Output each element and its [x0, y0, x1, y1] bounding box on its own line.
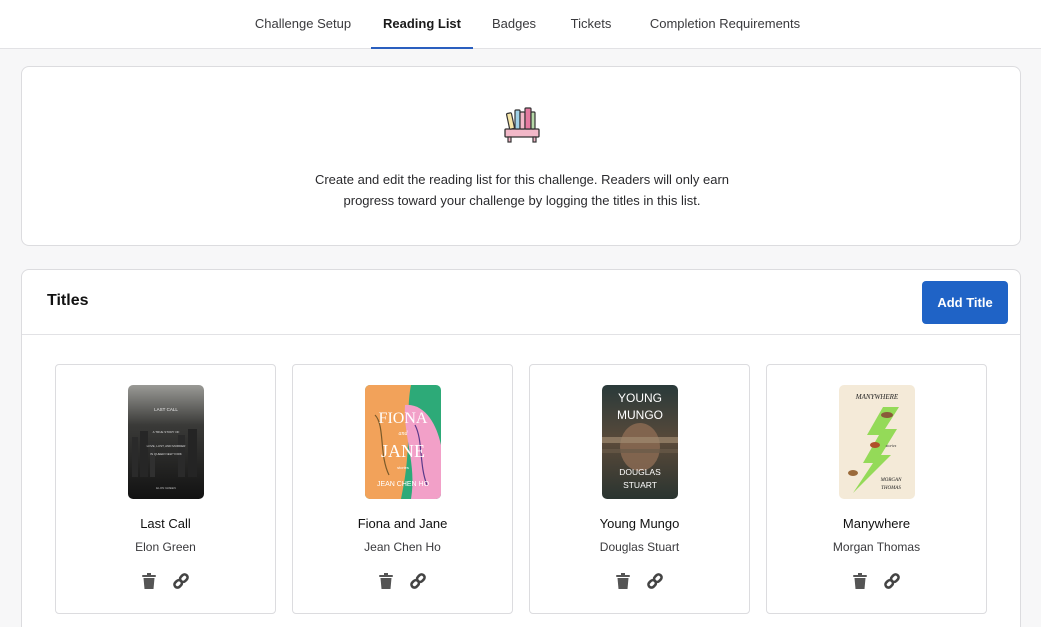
bookshelf-icon: [501, 103, 543, 145]
trash-icon[interactable]: [613, 571, 633, 591]
tab-tickets[interactable]: Tickets: [558, 0, 624, 49]
cover-text: JANE: [381, 441, 425, 461]
book-title[interactable]: Last Call: [56, 516, 275, 531]
cover-text: LAST CALL: [154, 407, 178, 412]
book-cover-last-call[interactable]: LAST CALL A TRUE STORY OF LOVE, LUST, AN…: [128, 385, 204, 499]
trash-icon[interactable]: [850, 571, 870, 591]
book-author: Douglas Stuart: [599, 540, 680, 554]
trash-icon[interactable]: [376, 571, 396, 591]
book-title[interactable]: Young Mungo: [530, 516, 749, 531]
link-icon[interactable]: [171, 571, 191, 591]
cover-text: LOVE, LUST, AND MURDER: [147, 444, 187, 448]
cover-text: FIONA: [379, 410, 428, 427]
cover-text: ELON GREEN: [156, 486, 176, 490]
book-card: MANYWHERE stories MORGAN THOMAS Manywher…: [766, 364, 987, 614]
book-card: LAST CALL A TRUE STORY OF LOVE, LUST, AN…: [55, 364, 276, 614]
intro-description: Create and edit the reading list for thi…: [272, 169, 772, 211]
link-icon[interactable]: [408, 571, 428, 591]
cover-text: YOUNG: [618, 391, 662, 405]
book-author: Elon Green: [135, 540, 196, 554]
intro-text-line-1: Create and edit the reading list for thi…: [314, 172, 730, 187]
book-cover-fiona-and-jane[interactable]: FIONA and JANE stories JEAN CHEN HO: [365, 385, 441, 499]
link-icon[interactable]: [645, 571, 665, 591]
trash-icon[interactable]: [139, 571, 159, 591]
cover-text: MANYWHERE: [855, 393, 899, 401]
tab-reading-list[interactable]: Reading List: [371, 0, 473, 49]
top-nav: Challenge Setup Reading List Badges Tick…: [0, 0, 1041, 49]
tab-challenge-setup[interactable]: Challenge Setup: [240, 0, 366, 49]
cover-text: MUNGO: [617, 408, 663, 422]
cover-text: DOUGLAS: [619, 467, 661, 477]
book-card: FIONA and JANE stories JEAN CHEN HO Fion…: [292, 364, 513, 614]
cover-text: THOMAS: [881, 486, 901, 491]
titles-card: Titles Add Title LAST CALL A TRUE STORY …: [21, 269, 1021, 627]
cover-text: STUART: [623, 480, 657, 490]
tab-completion-requirements[interactable]: Completion Requirements: [638, 0, 812, 49]
cover-text: A TRUE STORY OF: [153, 430, 180, 434]
cover-text: and: [399, 431, 409, 437]
cover-text: JEAN CHEN HO: [377, 481, 430, 488]
titles-header: Titles Add Title: [22, 270, 1020, 335]
link-icon[interactable]: [882, 571, 902, 591]
cover-text: MORGAN: [880, 478, 902, 483]
cover-text: stories: [397, 465, 409, 470]
reading-list-intro-card: Create and edit the reading list for thi…: [21, 66, 1021, 246]
titles-heading: Titles: [47, 292, 89, 309]
cover-text: IN QUEER NEW YORK: [150, 452, 182, 456]
add-title-button[interactable]: Add Title: [922, 281, 1008, 324]
book-cover-young-mungo[interactable]: YOUNG MUNGO DOUGLAS STUART: [602, 385, 678, 499]
book-cover-manywhere[interactable]: MANYWHERE stories MORGAN THOMAS: [839, 385, 915, 499]
book-card: YOUNG MUNGO DOUGLAS STUART Young Mungo D…: [529, 364, 750, 614]
book-author: Jean Chen Ho: [364, 540, 441, 554]
book-title[interactable]: Manywhere: [767, 516, 986, 531]
book-author: Morgan Thomas: [832, 540, 921, 554]
tab-badges[interactable]: Badges: [480, 0, 548, 49]
book-title[interactable]: Fiona and Jane: [293, 516, 512, 531]
intro-text-line-2: progress toward your challenge by loggin…: [343, 193, 701, 208]
cover-text: stories: [886, 443, 897, 448]
